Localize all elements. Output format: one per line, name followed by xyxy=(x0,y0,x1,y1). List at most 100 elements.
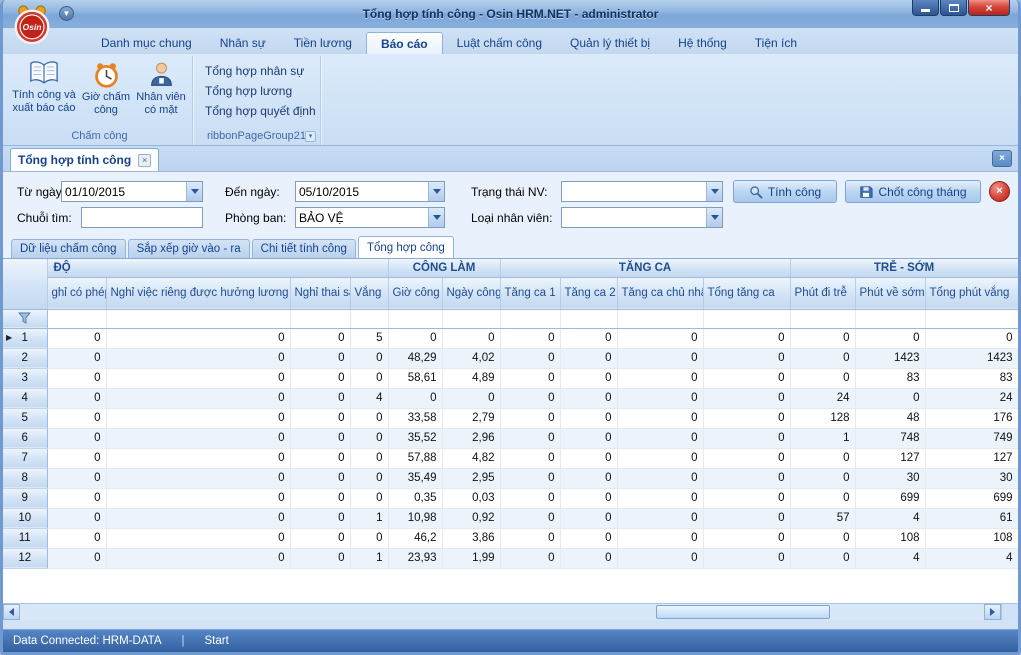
grid-cell[interactable]: 0 xyxy=(790,468,855,488)
grid-cell[interactable]: 0 xyxy=(617,488,703,508)
grid-cell[interactable]: 0 xyxy=(290,368,350,388)
grid-cell[interactable]: 4 xyxy=(350,388,388,408)
grid-row[interactable]: 4000400000024024 xyxy=(3,388,1018,408)
grid-row[interactable]: 12000123,931,990000044 xyxy=(3,548,1018,568)
dropdown-arrow-icon[interactable] xyxy=(706,208,722,227)
grid-cell[interactable]: 127 xyxy=(925,448,1018,468)
grid-cell[interactable]: 0 xyxy=(500,328,560,348)
ribbon-tab-nhân-sự[interactable]: Nhân sự xyxy=(206,32,280,54)
chuoi-tim-box[interactable] xyxy=(81,207,203,228)
maximize-button[interactable] xyxy=(940,0,967,16)
filter-cell[interactable] xyxy=(703,309,790,328)
grid-cell[interactable]: 0 xyxy=(790,488,855,508)
grid-cell[interactable]: 0 xyxy=(350,528,388,548)
grid-cell[interactable]: 0 xyxy=(617,408,703,428)
trang-thai-input[interactable] xyxy=(562,182,706,201)
grid-cell[interactable]: 748 xyxy=(855,428,925,448)
ribbon-tab-báo-cáo[interactable]: Báo cáo xyxy=(366,32,443,54)
grid-cell[interactable]: 0 xyxy=(290,388,350,408)
grid-cell[interactable]: 0 xyxy=(350,368,388,388)
grid-cell[interactable]: 33,58 xyxy=(388,408,442,428)
grid-cell[interactable]: 35,49 xyxy=(388,468,442,488)
grid-cell[interactable]: 30 xyxy=(925,468,1018,488)
dropdown-arrow-icon[interactable] xyxy=(186,182,202,201)
grid-cell[interactable]: 0 xyxy=(106,488,290,508)
grid-cell[interactable]: 0 xyxy=(703,468,790,488)
grid-cell[interactable]: 0 xyxy=(47,548,106,568)
grid-cell[interactable]: 0 xyxy=(106,548,290,568)
loai-nhan-vien-combo[interactable] xyxy=(561,207,723,228)
row-indicator[interactable]: 3 xyxy=(3,368,47,388)
quick-access-chevron-icon[interactable]: ▼ xyxy=(59,6,74,21)
grid-cell[interactable]: 0 xyxy=(560,448,617,468)
document-tab[interactable]: Tổng hợp tính công × xyxy=(10,148,159,171)
grid-cell[interactable]: 0 xyxy=(106,368,290,388)
filter-cell[interactable] xyxy=(925,309,1018,328)
grid-cell[interactable]: 4,89 xyxy=(442,368,500,388)
grid-cell[interactable]: 0 xyxy=(47,528,106,548)
column-header[interactable]: Vắng xyxy=(350,277,388,309)
tinh-cong-xuat-bao-cao-button[interactable]: Tính công và xuất báo cáo xyxy=(9,57,79,125)
trang-thai-combo[interactable] xyxy=(561,181,723,202)
grid-cell[interactable]: 0 xyxy=(617,348,703,368)
dropdown-arrow-icon[interactable] xyxy=(428,208,444,227)
dropdown-arrow-icon[interactable] xyxy=(706,182,722,201)
row-indicator[interactable]: 4 xyxy=(3,388,47,408)
row-indicator[interactable]: 10 xyxy=(3,508,47,528)
grid-cell[interactable]: 0 xyxy=(47,328,106,348)
grid-cell[interactable]: 0 xyxy=(617,528,703,548)
grid-cell[interactable]: 24 xyxy=(790,388,855,408)
grid-cell[interactable]: 0 xyxy=(560,508,617,528)
grid-cell[interactable]: 0 xyxy=(560,368,617,388)
grid-cell[interactable]: 23,93 xyxy=(388,548,442,568)
grid-cell[interactable]: 0 xyxy=(47,348,106,368)
grid-cell[interactable]: 749 xyxy=(925,428,1018,448)
tu-ngay-input[interactable] xyxy=(62,182,186,201)
ribbon-tab-luật-chấm-công[interactable]: Luật chấm công xyxy=(443,32,556,54)
grid-cell[interactable]: 0 xyxy=(617,468,703,488)
grid-cell[interactable]: 0 xyxy=(703,508,790,528)
grid-cell[interactable]: 48,29 xyxy=(388,348,442,368)
grid-cell[interactable]: 0 xyxy=(560,428,617,448)
grid-cell[interactable]: 0 xyxy=(106,328,290,348)
grid-cell[interactable]: 57,88 xyxy=(388,448,442,468)
grid-cell[interactable]: 0 xyxy=(350,348,388,368)
grid-cell[interactable]: 83 xyxy=(925,368,1018,388)
grid-cell[interactable]: 4 xyxy=(855,508,925,528)
grid-cell[interactable]: 0 xyxy=(560,528,617,548)
grid-cell[interactable]: 1 xyxy=(350,548,388,568)
app-logo-icon[interactable]: Osin xyxy=(11,2,53,48)
grid-cell[interactable]: 30 xyxy=(855,468,925,488)
filter-cell[interactable] xyxy=(388,309,442,328)
ribbon-tab-tiện-ích[interactable]: Tiện ích xyxy=(741,32,811,54)
filter-cell[interactable] xyxy=(290,309,350,328)
grid-cell[interactable]: 0 xyxy=(703,408,790,428)
grid-cell[interactable]: 0 xyxy=(290,548,350,568)
column-header[interactable]: Giờ công xyxy=(388,277,442,309)
grid-cell[interactable]: 83 xyxy=(855,368,925,388)
row-indicator[interactable]: 8 xyxy=(3,468,47,488)
column-header[interactable]: Nghỉ thai sản xyxy=(290,277,350,309)
grid-cell[interactable]: 0 xyxy=(703,388,790,408)
grid-cell[interactable]: 0 xyxy=(500,408,560,428)
grid-row[interactable]: 11000046,23,8600000108108 xyxy=(3,528,1018,548)
grid-cell[interactable]: 0 xyxy=(290,448,350,468)
column-header[interactable]: Nghỉ việc riêng được hưởng lương xyxy=(106,277,290,309)
grid-row[interactable]: 6000035,522,9600001748749 xyxy=(3,428,1018,448)
horizontal-scrollbar[interactable] xyxy=(3,603,1018,620)
den-ngay-combo[interactable] xyxy=(295,181,445,202)
grid-cell[interactable]: 0 xyxy=(106,468,290,488)
column-header[interactable]: Tăng ca 2 xyxy=(560,277,617,309)
column-header[interactable]: Tổng tăng ca xyxy=(703,277,790,309)
grid-cell[interactable]: 0 xyxy=(500,388,560,408)
row-indicator[interactable]: 11 xyxy=(3,528,47,548)
column-header[interactable]: Ngày công xyxy=(442,277,500,309)
grid-cell[interactable]: 0 xyxy=(290,508,350,528)
grid-cell[interactable]: 0 xyxy=(560,348,617,368)
ribbon-tab-tiền-lương[interactable]: Tiền lương xyxy=(280,32,366,54)
grid-cell[interactable]: 0 xyxy=(47,388,106,408)
grid-cell[interactable]: 0 xyxy=(703,488,790,508)
grid-row[interactable]: ▶10005000000000 xyxy=(3,328,1018,348)
row-indicator[interactable]: 12 xyxy=(3,548,47,568)
grid-cell[interactable]: 0 xyxy=(617,508,703,528)
